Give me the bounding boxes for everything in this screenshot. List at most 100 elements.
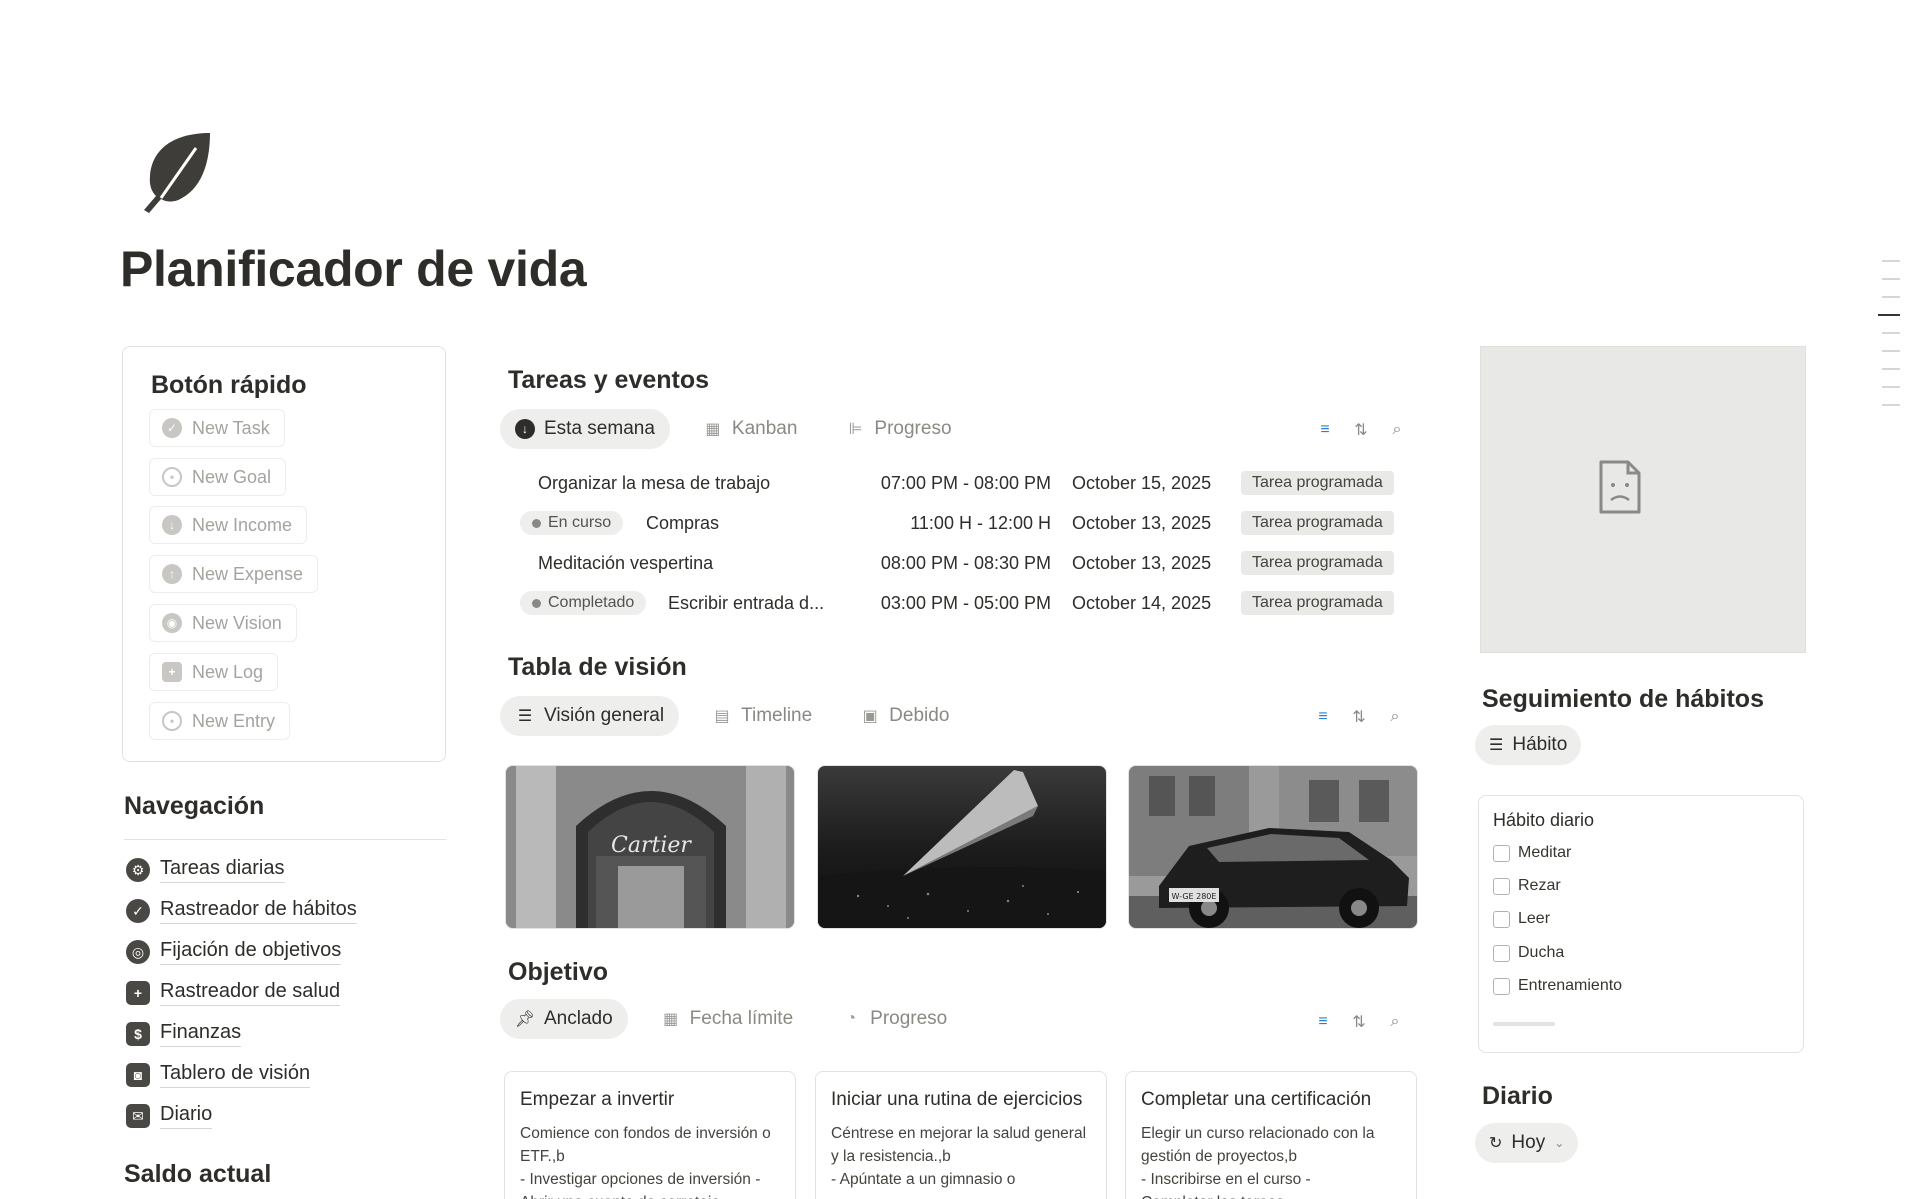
target-icon: • <box>162 467 182 487</box>
task-name: Meditación vespertina <box>538 553 714 573</box>
tab-label: Esta semana <box>544 418 655 439</box>
habit-item[interactable]: Leer <box>1493 910 1550 928</box>
camera-icon: ◙ <box>126 1063 150 1087</box>
new-task-label: New Task <box>192 417 270 438</box>
nav-item-fijacion-objetivos[interactable]: ◎ Fijación de objetivos <box>126 939 342 965</box>
habit-card-title: Hábito diario <box>1493 810 1595 830</box>
tab-progreso-objetivo[interactable]: ◔ Progreso <box>826 999 962 1039</box>
broken-image-icon <box>1599 460 1641 514</box>
new-log-button[interactable]: + New Log <box>149 653 279 691</box>
tab-label: Kanban <box>731 418 798 439</box>
checkbox[interactable] <box>1493 977 1510 995</box>
vision-tabs: ☰ Visión general ▤ Timeline ▣ Debido <box>500 696 964 736</box>
habit-item[interactable]: Meditar <box>1493 844 1571 862</box>
task-tag: Tarea programada <box>1241 471 1394 495</box>
classic-car-photo[interactable]: W-GE 280E <box>1128 765 1418 929</box>
nav-item-tablero-vision[interactable]: ◙ Tablero de visión <box>126 1062 311 1088</box>
tab-esta-semana[interactable]: ↓ Esta semana <box>500 409 670 449</box>
filter-icon[interactable]: ≡ <box>1314 1013 1332 1031</box>
task-date: October 15, 2025 <box>1072 473 1212 493</box>
nav-item-diario[interactable]: ✉ Diario <box>126 1103 213 1129</box>
goal-title: Completar una certificación <box>1141 1089 1372 1110</box>
checkbox[interactable] <box>1493 844 1510 862</box>
filter-icon[interactable]: ≡ <box>1316 421 1334 439</box>
task-tag: Tarea programada <box>1241 511 1394 535</box>
calendar-icon: ▦ <box>663 1011 679 1028</box>
table-row[interactable]: Organizar la mesa de trabajo 07:00 PM - … <box>520 467 1410 501</box>
cartier-store-photo[interactable]: Cartier <box>505 765 795 929</box>
page-outline[interactable] <box>1878 260 1900 422</box>
calendar-icon: ▦ <box>705 421 721 438</box>
inbox-icon: ✉ <box>126 1104 150 1128</box>
nav-item-label: Fijación de objetivos <box>160 939 342 965</box>
sort-icon[interactable]: ⇅ <box>1352 421 1370 439</box>
goal-card[interactable]: Iniciar una rutina de ejercicios Céntres… <box>815 1071 1107 1199</box>
checkbox[interactable] <box>1493 877 1510 895</box>
tab-habito[interactable]: ☰ Hábito <box>1475 725 1582 765</box>
money-icon: $ <box>126 1022 150 1046</box>
sort-icon[interactable]: ⇅ <box>1350 708 1368 726</box>
nav-item-tareas-diarias[interactable]: ⚙ Tareas diarias <box>126 857 285 883</box>
tab-vision-general[interactable]: ☰ Visión general <box>500 696 680 736</box>
goal-description: Comience con fondos de inversión o ETF.,… <box>520 1125 771 1199</box>
daily-habit-card[interactable]: Hábito diario Meditar Rezar Leer Ducha E… <box>1478 795 1804 1053</box>
nav-item-label: Diario <box>160 1103 213 1129</box>
tab-fecha-limite[interactable]: ▦ Fecha límite <box>646 999 808 1039</box>
task-time: 03:00 PM - 05:00 PM <box>880 593 1051 613</box>
status-badge: Completado <box>520 591 647 615</box>
tab-anclado[interactable]: 📌︎ Anclado <box>500 999 628 1039</box>
arrow-down-circle-icon: ↓ <box>515 419 535 439</box>
task-name: Compras <box>646 513 720 533</box>
task-date: October 13, 2025 <box>1072 513 1212 533</box>
habit-item[interactable]: Rezar <box>1493 877 1561 895</box>
eye-icon: ◉ <box>162 613 182 633</box>
checkbox[interactable] <box>1493 910 1510 928</box>
goal-card[interactable]: Completar una certificación Elegir un cu… <box>1125 1071 1417 1199</box>
search-icon[interactable]: ⌕ <box>1388 421 1406 439</box>
medical-kit-icon: + <box>162 662 182 682</box>
filter-icon[interactable]: ≡ <box>1314 708 1332 726</box>
tab-progreso[interactable]: ⊫ Progreso <box>830 409 966 449</box>
tab-kanban[interactable]: ▦ Kanban <box>688 409 813 449</box>
stack-icon: ☰ <box>517 708 533 725</box>
cartier-sign: Cartier <box>611 833 692 858</box>
goal-title: Iniciar una rutina de ejercicios <box>831 1089 1083 1110</box>
search-icon[interactable]: ⌕ <box>1386 1013 1404 1031</box>
new-entry-button[interactable]: • New Entry <box>149 702 291 740</box>
habit-label: Rezar <box>1518 877 1561 894</box>
new-task-button[interactable]: ✓ New Task <box>149 409 285 447</box>
new-income-button[interactable]: ↓ New Income <box>149 506 308 544</box>
nav-item-rastreador-habitos[interactable]: ✓ Rastreador de hábitos <box>126 898 357 924</box>
table-row[interactable]: Completado Escribir entrada d... 03:00 P… <box>520 587 1410 621</box>
tab-label: Debido <box>889 705 950 726</box>
new-vision-button[interactable]: ◉ New Vision <box>149 604 297 642</box>
airplane-wing-photo[interactable] <box>817 765 1107 929</box>
quick-buttons-panel: Botón rápido ✓ New Task • New Goal ↓ New In… <box>122 346 446 762</box>
sort-icon[interactable]: ⇅ <box>1350 1013 1368 1031</box>
task-date: October 14, 2025 <box>1072 593 1212 613</box>
nav-item-rastreador-salud[interactable]: + Rastreador de salud <box>126 980 341 1006</box>
search-icon[interactable]: ⌕ <box>1386 708 1404 726</box>
hoy-button[interactable]: ↻ Hoy ⌄ <box>1475 1123 1579 1163</box>
table-row[interactable]: Meditación vespertina 08:00 PM - 08:30 P… <box>520 547 1410 581</box>
nav-item-label: Tablero de visión <box>160 1062 311 1088</box>
goal-card[interactable]: Empezar a invertir Comience con fondos d… <box>504 1071 796 1199</box>
nav-item-label: Rastreador de salud <box>160 980 341 1006</box>
tab-timeline[interactable]: ▤ Timeline <box>697 696 827 736</box>
checkbox[interactable] <box>1493 944 1510 962</box>
medical-kit-icon: + <box>126 981 150 1005</box>
tasks-tabs: ↓ Esta semana ▦ Kanban ⊫ Progreso <box>500 409 967 449</box>
image-placeholder <box>1480 346 1806 653</box>
new-expense-button[interactable]: ↑ New Expense <box>149 555 319 593</box>
habit-item[interactable]: Ducha <box>1493 944 1564 962</box>
tab-debido[interactable]: ▣ Debido <box>845 696 964 736</box>
calendar-icon: ▣ <box>862 708 878 725</box>
habit-item[interactable]: Entrenamiento <box>1493 977 1622 995</box>
goals-section-title: Objetivo <box>508 958 609 986</box>
tab-label: Visión general <box>544 705 665 726</box>
table-row[interactable]: En curso Compras 11:00 H - 12:00 H Octob… <box>520 507 1410 541</box>
saldo-actual-title: Saldo actual <box>124 1160 272 1188</box>
nav-item-finanzas[interactable]: $ Finanzas <box>126 1021 242 1047</box>
new-goal-button[interactable]: • New Goal <box>149 458 287 496</box>
goal-title: Empezar a invertir <box>520 1089 675 1110</box>
